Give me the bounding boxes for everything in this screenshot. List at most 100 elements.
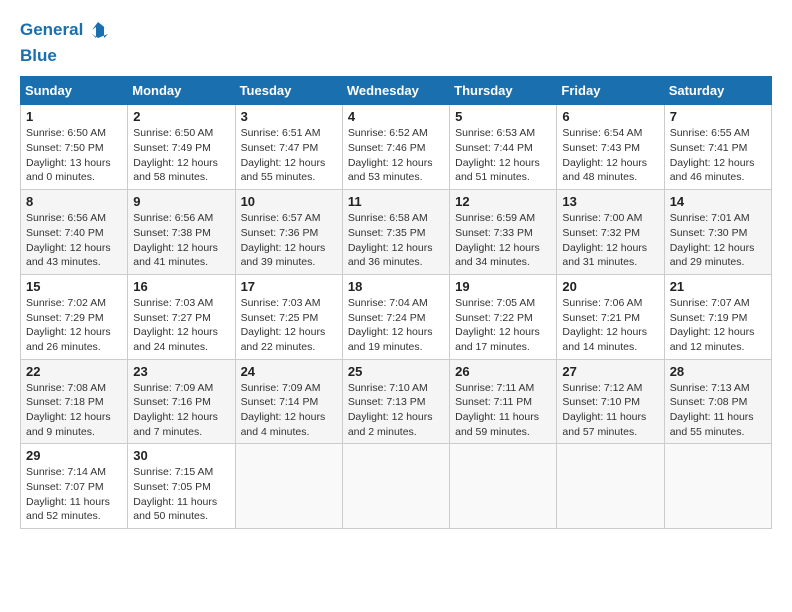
calendar-cell: 21 Sunrise: 7:07 AMSunset: 7:19 PMDayligh… bbox=[664, 274, 771, 359]
calendar-cell: 11 Sunrise: 6:58 AMSunset: 7:35 PMDayligh… bbox=[342, 190, 449, 275]
day-detail: Sunrise: 7:10 AMSunset: 7:13 PMDaylight:… bbox=[348, 381, 444, 440]
day-number: 17 bbox=[241, 279, 337, 294]
day-detail: Sunrise: 7:02 AMSunset: 7:29 PMDaylight:… bbox=[26, 296, 122, 355]
day-detail: Sunrise: 7:03 AMSunset: 7:27 PMDaylight:… bbox=[133, 296, 229, 355]
day-number: 7 bbox=[670, 109, 766, 124]
logo-bird-icon bbox=[87, 21, 109, 39]
day-detail: Sunrise: 7:05 AMSunset: 7:22 PMDaylight:… bbox=[455, 296, 551, 355]
day-detail: Sunrise: 6:57 AMSunset: 7:36 PMDaylight:… bbox=[241, 211, 337, 270]
calendar-cell bbox=[557, 444, 664, 529]
day-detail: Sunrise: 6:58 AMSunset: 7:35 PMDaylight:… bbox=[348, 211, 444, 270]
calendar-cell: 17 Sunrise: 7:03 AMSunset: 7:25 PMDayligh… bbox=[235, 274, 342, 359]
calendar-cell: 14 Sunrise: 7:01 AMSunset: 7:30 PMDayligh… bbox=[664, 190, 771, 275]
day-detail: Sunrise: 6:50 AMSunset: 7:50 PMDaylight:… bbox=[26, 126, 122, 185]
day-number: 23 bbox=[133, 364, 229, 379]
day-detail: Sunrise: 6:59 AMSunset: 7:33 PMDaylight:… bbox=[455, 211, 551, 270]
day-number: 14 bbox=[670, 194, 766, 209]
calendar-cell: 2 Sunrise: 6:50 AMSunset: 7:49 PMDaylight… bbox=[128, 105, 235, 190]
calendar-cell: 8 Sunrise: 6:56 AMSunset: 7:40 PMDaylight… bbox=[21, 190, 128, 275]
day-number: 4 bbox=[348, 109, 444, 124]
day-number: 24 bbox=[241, 364, 337, 379]
day-detail: Sunrise: 7:04 AMSunset: 7:24 PMDaylight:… bbox=[348, 296, 444, 355]
day-number: 28 bbox=[670, 364, 766, 379]
header-row: SundayMondayTuesdayWednesdayThursdayFrid… bbox=[21, 77, 772, 105]
calendar-cell: 1 Sunrise: 6:50 AMSunset: 7:50 PMDaylight… bbox=[21, 105, 128, 190]
calendar-cell: 9 Sunrise: 6:56 AMSunset: 7:38 PMDaylight… bbox=[128, 190, 235, 275]
col-header-tuesday: Tuesday bbox=[235, 77, 342, 105]
calendar-cell: 16Sunrise: 7:03 AMSunset: 7:27 PMDayligh… bbox=[128, 274, 235, 359]
calendar-cell: 19 Sunrise: 7:05 AMSunset: 7:22 PMDayligh… bbox=[450, 274, 557, 359]
day-number: 3 bbox=[241, 109, 337, 124]
day-number: 1 bbox=[26, 109, 122, 124]
col-header-wednesday: Wednesday bbox=[342, 77, 449, 105]
calendar-cell: 4 Sunrise: 6:52 AMSunset: 7:46 PMDaylight… bbox=[342, 105, 449, 190]
day-detail: Sunrise: 6:50 AMSunset: 7:49 PMDaylight:… bbox=[133, 126, 229, 185]
day-number: 9 bbox=[133, 194, 229, 209]
calendar-cell bbox=[450, 444, 557, 529]
calendar-cell: 15Sunrise: 7:02 AMSunset: 7:29 PMDayligh… bbox=[21, 274, 128, 359]
calendar-cell: 20 Sunrise: 7:06 AMSunset: 7:21 PMDayligh… bbox=[557, 274, 664, 359]
calendar-cell: 25 Sunrise: 7:10 AMSunset: 7:13 PMDayligh… bbox=[342, 359, 449, 444]
calendar-cell: 7 Sunrise: 6:55 AMSunset: 7:41 PMDaylight… bbox=[664, 105, 771, 190]
col-header-thursday: Thursday bbox=[450, 77, 557, 105]
calendar-cell: 23 Sunrise: 7:09 AMSunset: 7:16 PMDayligh… bbox=[128, 359, 235, 444]
day-detail: Sunrise: 7:09 AMSunset: 7:16 PMDaylight:… bbox=[133, 381, 229, 440]
day-number: 27 bbox=[562, 364, 658, 379]
day-number: 2 bbox=[133, 109, 229, 124]
day-detail: Sunrise: 6:56 AMSunset: 7:40 PMDaylight:… bbox=[26, 211, 122, 270]
day-number: 5 bbox=[455, 109, 551, 124]
logo-blue: Blue bbox=[20, 46, 57, 66]
col-header-saturday: Saturday bbox=[664, 77, 771, 105]
logo-general: General bbox=[20, 20, 83, 40]
day-detail: Sunrise: 6:54 AMSunset: 7:43 PMDaylight:… bbox=[562, 126, 658, 185]
day-number: 10 bbox=[241, 194, 337, 209]
day-detail: Sunrise: 7:03 AMSunset: 7:25 PMDaylight:… bbox=[241, 296, 337, 355]
day-detail: Sunrise: 7:06 AMSunset: 7:21 PMDaylight:… bbox=[562, 296, 658, 355]
calendar-cell: 3 Sunrise: 6:51 AMSunset: 7:47 PMDaylight… bbox=[235, 105, 342, 190]
calendar-cell: 13 Sunrise: 7:00 AMSunset: 7:32 PMDayligh… bbox=[557, 190, 664, 275]
day-number: 30 bbox=[133, 448, 229, 463]
calendar-week-4: 22 Sunrise: 7:08 AMSunset: 7:18 PMDayligh… bbox=[21, 359, 772, 444]
calendar-cell: 26 Sunrise: 7:11 AMSunset: 7:11 PMDayligh… bbox=[450, 359, 557, 444]
day-detail: Sunrise: 6:51 AMSunset: 7:47 PMDaylight:… bbox=[241, 126, 337, 185]
day-detail: Sunrise: 7:13 AMSunset: 7:08 PMDaylight:… bbox=[670, 381, 766, 440]
calendar-table: SundayMondayTuesdayWednesdayThursdayFrid… bbox=[20, 76, 772, 529]
day-number: 13 bbox=[562, 194, 658, 209]
day-number: 19 bbox=[455, 279, 551, 294]
day-number: 11 bbox=[348, 194, 444, 209]
calendar-cell: 5 Sunrise: 6:53 AMSunset: 7:44 PMDaylight… bbox=[450, 105, 557, 190]
day-detail: Sunrise: 7:00 AMSunset: 7:32 PMDaylight:… bbox=[562, 211, 658, 270]
day-number: 26 bbox=[455, 364, 551, 379]
calendar-cell bbox=[664, 444, 771, 529]
calendar-cell bbox=[342, 444, 449, 529]
day-detail: Sunrise: 7:09 AMSunset: 7:14 PMDaylight:… bbox=[241, 381, 337, 440]
day-detail: Sunrise: 7:01 AMSunset: 7:30 PMDaylight:… bbox=[670, 211, 766, 270]
day-detail: Sunrise: 7:15 AMSunset: 7:05 PMDaylight:… bbox=[133, 465, 229, 524]
day-detail: Sunrise: 6:52 AMSunset: 7:46 PMDaylight:… bbox=[348, 126, 444, 185]
day-detail: Sunrise: 6:53 AMSunset: 7:44 PMDaylight:… bbox=[455, 126, 551, 185]
day-number: 8 bbox=[26, 194, 122, 209]
calendar-cell: 10 Sunrise: 6:57 AMSunset: 7:36 PMDayligh… bbox=[235, 190, 342, 275]
day-number: 6 bbox=[562, 109, 658, 124]
day-detail: Sunrise: 7:08 AMSunset: 7:18 PMDaylight:… bbox=[26, 381, 122, 440]
calendar-cell: 27Sunrise: 7:12 AMSunset: 7:10 PMDayligh… bbox=[557, 359, 664, 444]
col-header-sunday: Sunday bbox=[21, 77, 128, 105]
logo-text: General bbox=[20, 20, 109, 40]
day-detail: Sunrise: 7:11 AMSunset: 7:11 PMDaylight:… bbox=[455, 381, 551, 440]
day-number: 22 bbox=[26, 364, 122, 379]
day-detail: Sunrise: 7:07 AMSunset: 7:19 PMDaylight:… bbox=[670, 296, 766, 355]
page-header: General Blue bbox=[20, 20, 772, 66]
calendar-cell: 22 Sunrise: 7:08 AMSunset: 7:18 PMDayligh… bbox=[21, 359, 128, 444]
day-number: 29 bbox=[26, 448, 122, 463]
day-detail: Sunrise: 6:56 AMSunset: 7:38 PMDaylight:… bbox=[133, 211, 229, 270]
calendar-cell: 6 Sunrise: 6:54 AMSunset: 7:43 PMDaylight… bbox=[557, 105, 664, 190]
calendar-cell: 30 Sunrise: 7:15 AMSunset: 7:05 PMDayligh… bbox=[128, 444, 235, 529]
day-number: 18 bbox=[348, 279, 444, 294]
day-number: 20 bbox=[562, 279, 658, 294]
day-number: 25 bbox=[348, 364, 444, 379]
col-header-monday: Monday bbox=[128, 77, 235, 105]
calendar-week-5: 29Sunrise: 7:14 AMSunset: 7:07 PMDayligh… bbox=[21, 444, 772, 529]
day-detail: Sunrise: 6:55 AMSunset: 7:41 PMDaylight:… bbox=[670, 126, 766, 185]
calendar-cell: 29Sunrise: 7:14 AMSunset: 7:07 PMDayligh… bbox=[21, 444, 128, 529]
day-number: 21 bbox=[670, 279, 766, 294]
